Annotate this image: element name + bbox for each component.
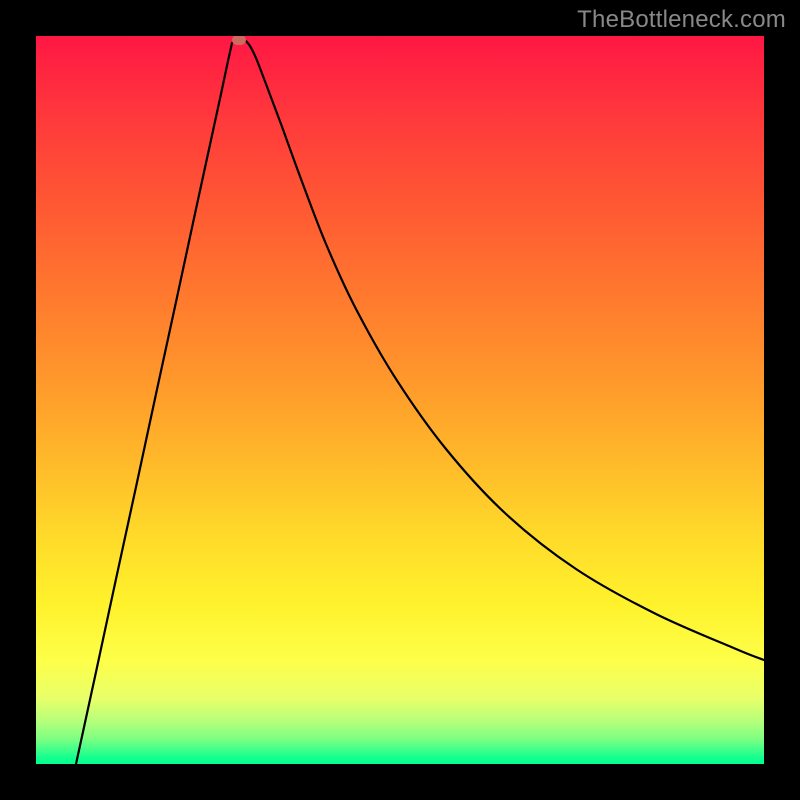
optimum-marker [232,36,246,45]
plot-area [36,36,764,764]
chart-frame: TheBottleneck.com [0,0,800,800]
bottleneck-curve [36,36,764,764]
watermark-text: TheBottleneck.com [577,6,786,34]
